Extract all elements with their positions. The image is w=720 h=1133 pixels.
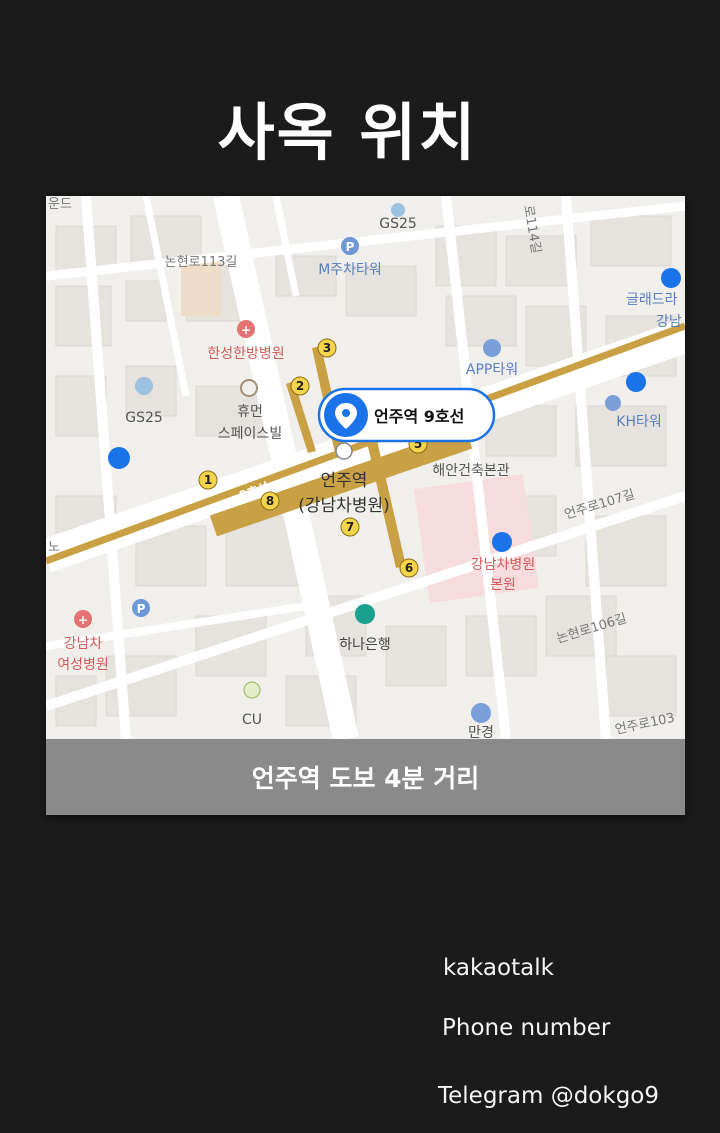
map-view[interactable]: 1 2 3 5 6 7 8 9호선 언주역 (강남차병원) P P + + GS… xyxy=(46,196,685,739)
location-pin-callout[interactable]: 언주역 9호선 xyxy=(317,387,496,443)
map-label-haean: 해안건축본관 xyxy=(432,463,509,479)
map-label-human: 휴먼 xyxy=(237,404,263,420)
station-name-sub: (강남차병원) xyxy=(298,496,389,516)
svg-text:P: P xyxy=(137,602,146,616)
phone-number-link[interactable]: Phone number xyxy=(442,1015,610,1041)
map-label-top-left: 운드 xyxy=(48,197,72,212)
exit-8: 8 xyxy=(266,494,274,508)
map-label-gs25-left: GS25 xyxy=(125,410,163,426)
svg-text:+: + xyxy=(78,613,88,627)
exit-1: 1 xyxy=(204,473,212,487)
pin-label: 언주역 9호선 xyxy=(374,407,464,426)
map-label-mangyeong: 만경 xyxy=(468,725,494,739)
svg-text:P: P xyxy=(346,240,355,254)
map-label-cha-hospital: 강남차병원 xyxy=(471,557,535,573)
station-name: 언주역 xyxy=(321,471,368,491)
map-label-gangnam-cha: 강남차 xyxy=(64,636,103,652)
map-label-kh-tower: KH타워 xyxy=(616,414,661,430)
exit-7: 7 xyxy=(346,520,354,534)
page-title: 사옥 위치 xyxy=(217,96,478,169)
map-label-glad-gangnam: 강남 xyxy=(656,314,682,330)
map-label-gs25: GS25 xyxy=(379,216,417,232)
map-caption: 언주역 도보 4분 거리 xyxy=(46,739,685,815)
exit-6: 6 xyxy=(405,561,413,575)
map-label-glad: 글래드라 xyxy=(626,292,678,308)
telegram-link[interactable]: Telegram @dokgo9 xyxy=(438,1083,659,1109)
kakaotalk-link[interactable]: kakaotalk xyxy=(443,955,554,981)
map-label-road-113: 논현로113길 xyxy=(165,255,238,270)
map-label-cha-main: 본원 xyxy=(490,577,516,593)
map-label-hana-bank: 하나은행 xyxy=(339,637,391,653)
svg-text:+: + xyxy=(241,323,251,337)
map-label-hansung-hospital: 한성한방병원 xyxy=(207,346,284,362)
map-label-human-space: 스페이스빌 xyxy=(218,426,282,442)
exit-2: 2 xyxy=(296,379,304,393)
map-label-cu: CU xyxy=(242,712,262,728)
map-label-womens-hospital: 여성병원 xyxy=(57,657,109,673)
exit-3: 3 xyxy=(323,341,331,355)
map-label-app-tower: APP타워 xyxy=(466,362,518,378)
map-label-left-edge: 노 xyxy=(48,540,60,555)
map-label-parking-tower: M주차타워 xyxy=(318,262,382,278)
map-card[interactable]: 1 2 3 5 6 7 8 9호선 언주역 (강남차병원) P P + + GS… xyxy=(46,196,685,815)
